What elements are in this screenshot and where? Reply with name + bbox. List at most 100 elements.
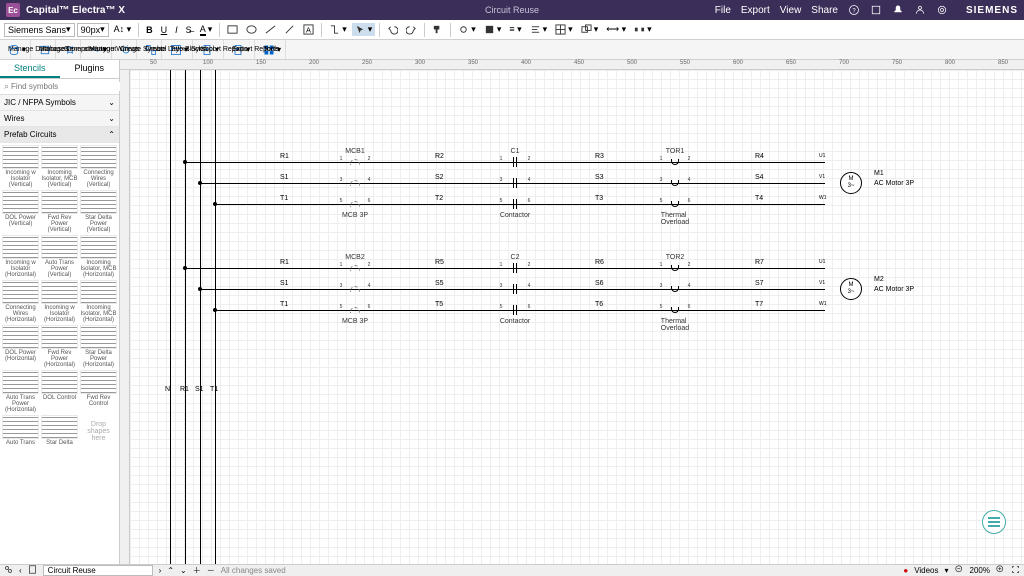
page-next-button[interactable]: › <box>159 566 162 575</box>
menu-file[interactable]: File <box>715 5 731 16</box>
select-tool[interactable]: ▾ <box>352 23 376 36</box>
zoom-out-button[interactable] <box>955 565 964 576</box>
line-style-button[interactable]: ≡ ▾ <box>506 23 524 36</box>
stencil-item[interactable]: Star Delta Power (Vertical) <box>80 190 117 233</box>
menu-view[interactable]: View <box>780 5 802 16</box>
fill-button[interactable]: ▾ <box>481 23 505 36</box>
drawing-canvas[interactable]: N R1 S1 T1 R1R2R3R4U1S1S2S3S4V1T1T2T3T4W… <box>130 70 1024 564</box>
rect-tool[interactable] <box>224 23 241 36</box>
format-painter-button[interactable] <box>429 23 446 36</box>
font-family-select[interactable]: Siemens Sans ▾ <box>4 23 75 37</box>
fab-menu-button[interactable] <box>982 510 1006 534</box>
stencil-item[interactable]: Fwd Rev Control <box>80 370 117 413</box>
stencil-item[interactable]: Auto Trans Power (Horizontal) <box>2 370 39 413</box>
stencil-item[interactable]: DOL Power (Vertical) <box>2 190 39 233</box>
font-size-stepper[interactable]: A↕ ▾ <box>111 23 135 36</box>
terminal-num: 1 <box>660 156 663 162</box>
import-reports-button[interactable]: Import Reports ▾ <box>197 40 224 59</box>
bell-icon[interactable] <box>892 4 904 16</box>
stencil-item[interactable]: Incoming w Isolator (Horizontal) <box>41 280 78 323</box>
mcb-ref: MCB2 <box>345 254 364 261</box>
stencil-item[interactable]: Incoming w Isolator (Horizontal) <box>2 235 39 278</box>
mcb-symbol <box>350 201 360 207</box>
font-size-select[interactable]: 90px ▾ <box>77 23 109 37</box>
fullscreen-button[interactable] <box>1011 565 1020 576</box>
videos-button[interactable]: Videos <box>914 566 938 575</box>
redo-button[interactable] <box>403 23 420 36</box>
stencil-item[interactable]: Fwd Rev Power (Horizontal) <box>41 325 78 368</box>
create-layout-symbol-button[interactable]: Create Layout Symbol <box>141 40 162 59</box>
title-blocks-button[interactable]: Title Blocks ▾ <box>166 40 193 59</box>
terminal-num: 6 <box>688 304 691 310</box>
italic-button[interactable]: I <box>172 24 181 36</box>
search-input[interactable] <box>11 82 121 91</box>
stencil-item[interactable]: Star Delta <box>41 415 78 448</box>
generate-layout-button[interactable]: Generate Layout <box>60 40 81 59</box>
remove-page-button[interactable]: － <box>207 565 215 576</box>
manage-databases-button[interactable]: Manage Databases ▾ <box>4 40 31 59</box>
table-button[interactable]: ▾ <box>552 23 576 36</box>
junction-node <box>198 287 202 291</box>
stencil-item[interactable]: Incoming w Isolator (Vertical) <box>2 145 39 188</box>
record-icon[interactable]: ● <box>903 566 908 575</box>
dimension-button[interactable]: ⟷ ▾ <box>603 23 629 36</box>
line-tool[interactable] <box>262 23 279 36</box>
stencil-item[interactable]: Auto Trans Power (Vertical) <box>41 235 78 278</box>
stencil-item[interactable]: Star Delta Power (Horizontal) <box>80 325 117 368</box>
manage-wirings-button[interactable]: Manage Wirings ▾ <box>85 40 112 59</box>
stencil-item[interactable]: DOL Control <box>41 370 78 413</box>
stencil-item[interactable]: Incoming Isolator, MCB (Horizontal) <box>80 235 117 278</box>
stencil-item[interactable]: Connecting Wires (Vertical) <box>80 145 117 188</box>
contactor-symbol <box>512 284 518 294</box>
stencil-item[interactable]: Incoming Isolator, MCB (Vertical) <box>41 145 78 188</box>
bold-button[interactable]: B <box>143 24 156 36</box>
page-up-button[interactable]: ⌃ <box>167 566 174 575</box>
add-page-button[interactable]: ＋ <box>193 565 201 576</box>
accordion-jic[interactable]: JIC / NFPA Symbols⌄ <box>0 95 119 111</box>
distribute-button[interactable]: ▾ <box>631 23 655 36</box>
collab-icon[interactable] <box>4 565 13 576</box>
stencil-item[interactable]: Fwd Rev Power (Vertical) <box>41 190 78 233</box>
manage-components-button[interactable]: Manage Components <box>35 40 56 59</box>
zoom-in-button[interactable] <box>996 565 1005 576</box>
chevron-down-icon: ⌄ <box>108 114 115 123</box>
stencil-item[interactable]: Incoming Isolator, MCB (Horizontal) <box>80 280 117 323</box>
page-down-button[interactable]: ⌄ <box>180 566 187 575</box>
underline-button[interactable]: U <box>158 24 171 36</box>
stencil-item[interactable]: Connecting Wires (Horizontal) <box>2 280 39 323</box>
page-list-icon[interactable] <box>28 565 37 576</box>
arrange-button[interactable]: ▾ <box>578 23 602 36</box>
tools-button[interactable]: Tools ▾ <box>259 40 286 59</box>
accordion-wires[interactable]: Wires⌄ <box>0 111 119 127</box>
zoom-level[interactable]: 200% <box>970 566 990 575</box>
stencil-item[interactable]: DOL Power (Horizontal) <box>2 325 39 368</box>
create-symbol-button[interactable]: Create Symbol <box>116 40 137 59</box>
user-icon[interactable] <box>914 4 926 16</box>
link-button[interactable]: ▾ <box>455 23 479 36</box>
bus-label-n: N <box>165 386 170 393</box>
ruler-mark: 50 <box>150 60 157 66</box>
tab-plugins[interactable]: Plugins <box>60 60 120 78</box>
font-color-button[interactable]: A ▾ <box>197 23 216 37</box>
ellipse-tool[interactable] <box>243 23 260 36</box>
menu-share[interactable]: Share <box>811 5 838 16</box>
gear-icon[interactable] <box>936 4 948 16</box>
align-button[interactable]: ▾ <box>527 23 551 36</box>
help-icon[interactable]: ? <box>848 4 860 16</box>
menu-export[interactable]: Export <box>741 5 770 16</box>
connector-tool[interactable]: ▾ <box>326 23 350 36</box>
wire-label: S1 <box>280 174 289 181</box>
undo-button[interactable] <box>384 23 401 36</box>
stencil-item[interactable]: Auto Trans <box>2 415 39 448</box>
book-icon[interactable] <box>870 4 882 16</box>
strike-button[interactable]: S̶ <box>183 24 195 36</box>
tab-stencils[interactable]: Stencils <box>0 60 60 78</box>
motor-type: AC Motor 3P <box>874 286 914 293</box>
accordion-prefab[interactable]: Prefab Circuits⌃ <box>0 127 119 143</box>
wire-label: S5 <box>435 280 444 287</box>
pen-tool[interactable] <box>281 23 298 36</box>
text-tool[interactable]: A <box>300 23 317 36</box>
export-reports-button[interactable]: Export Reports ▾ <box>228 40 255 59</box>
page-name-select[interactable]: Circuit Reuse <box>43 565 153 576</box>
page-prev-button[interactable]: ‹ <box>19 566 22 575</box>
